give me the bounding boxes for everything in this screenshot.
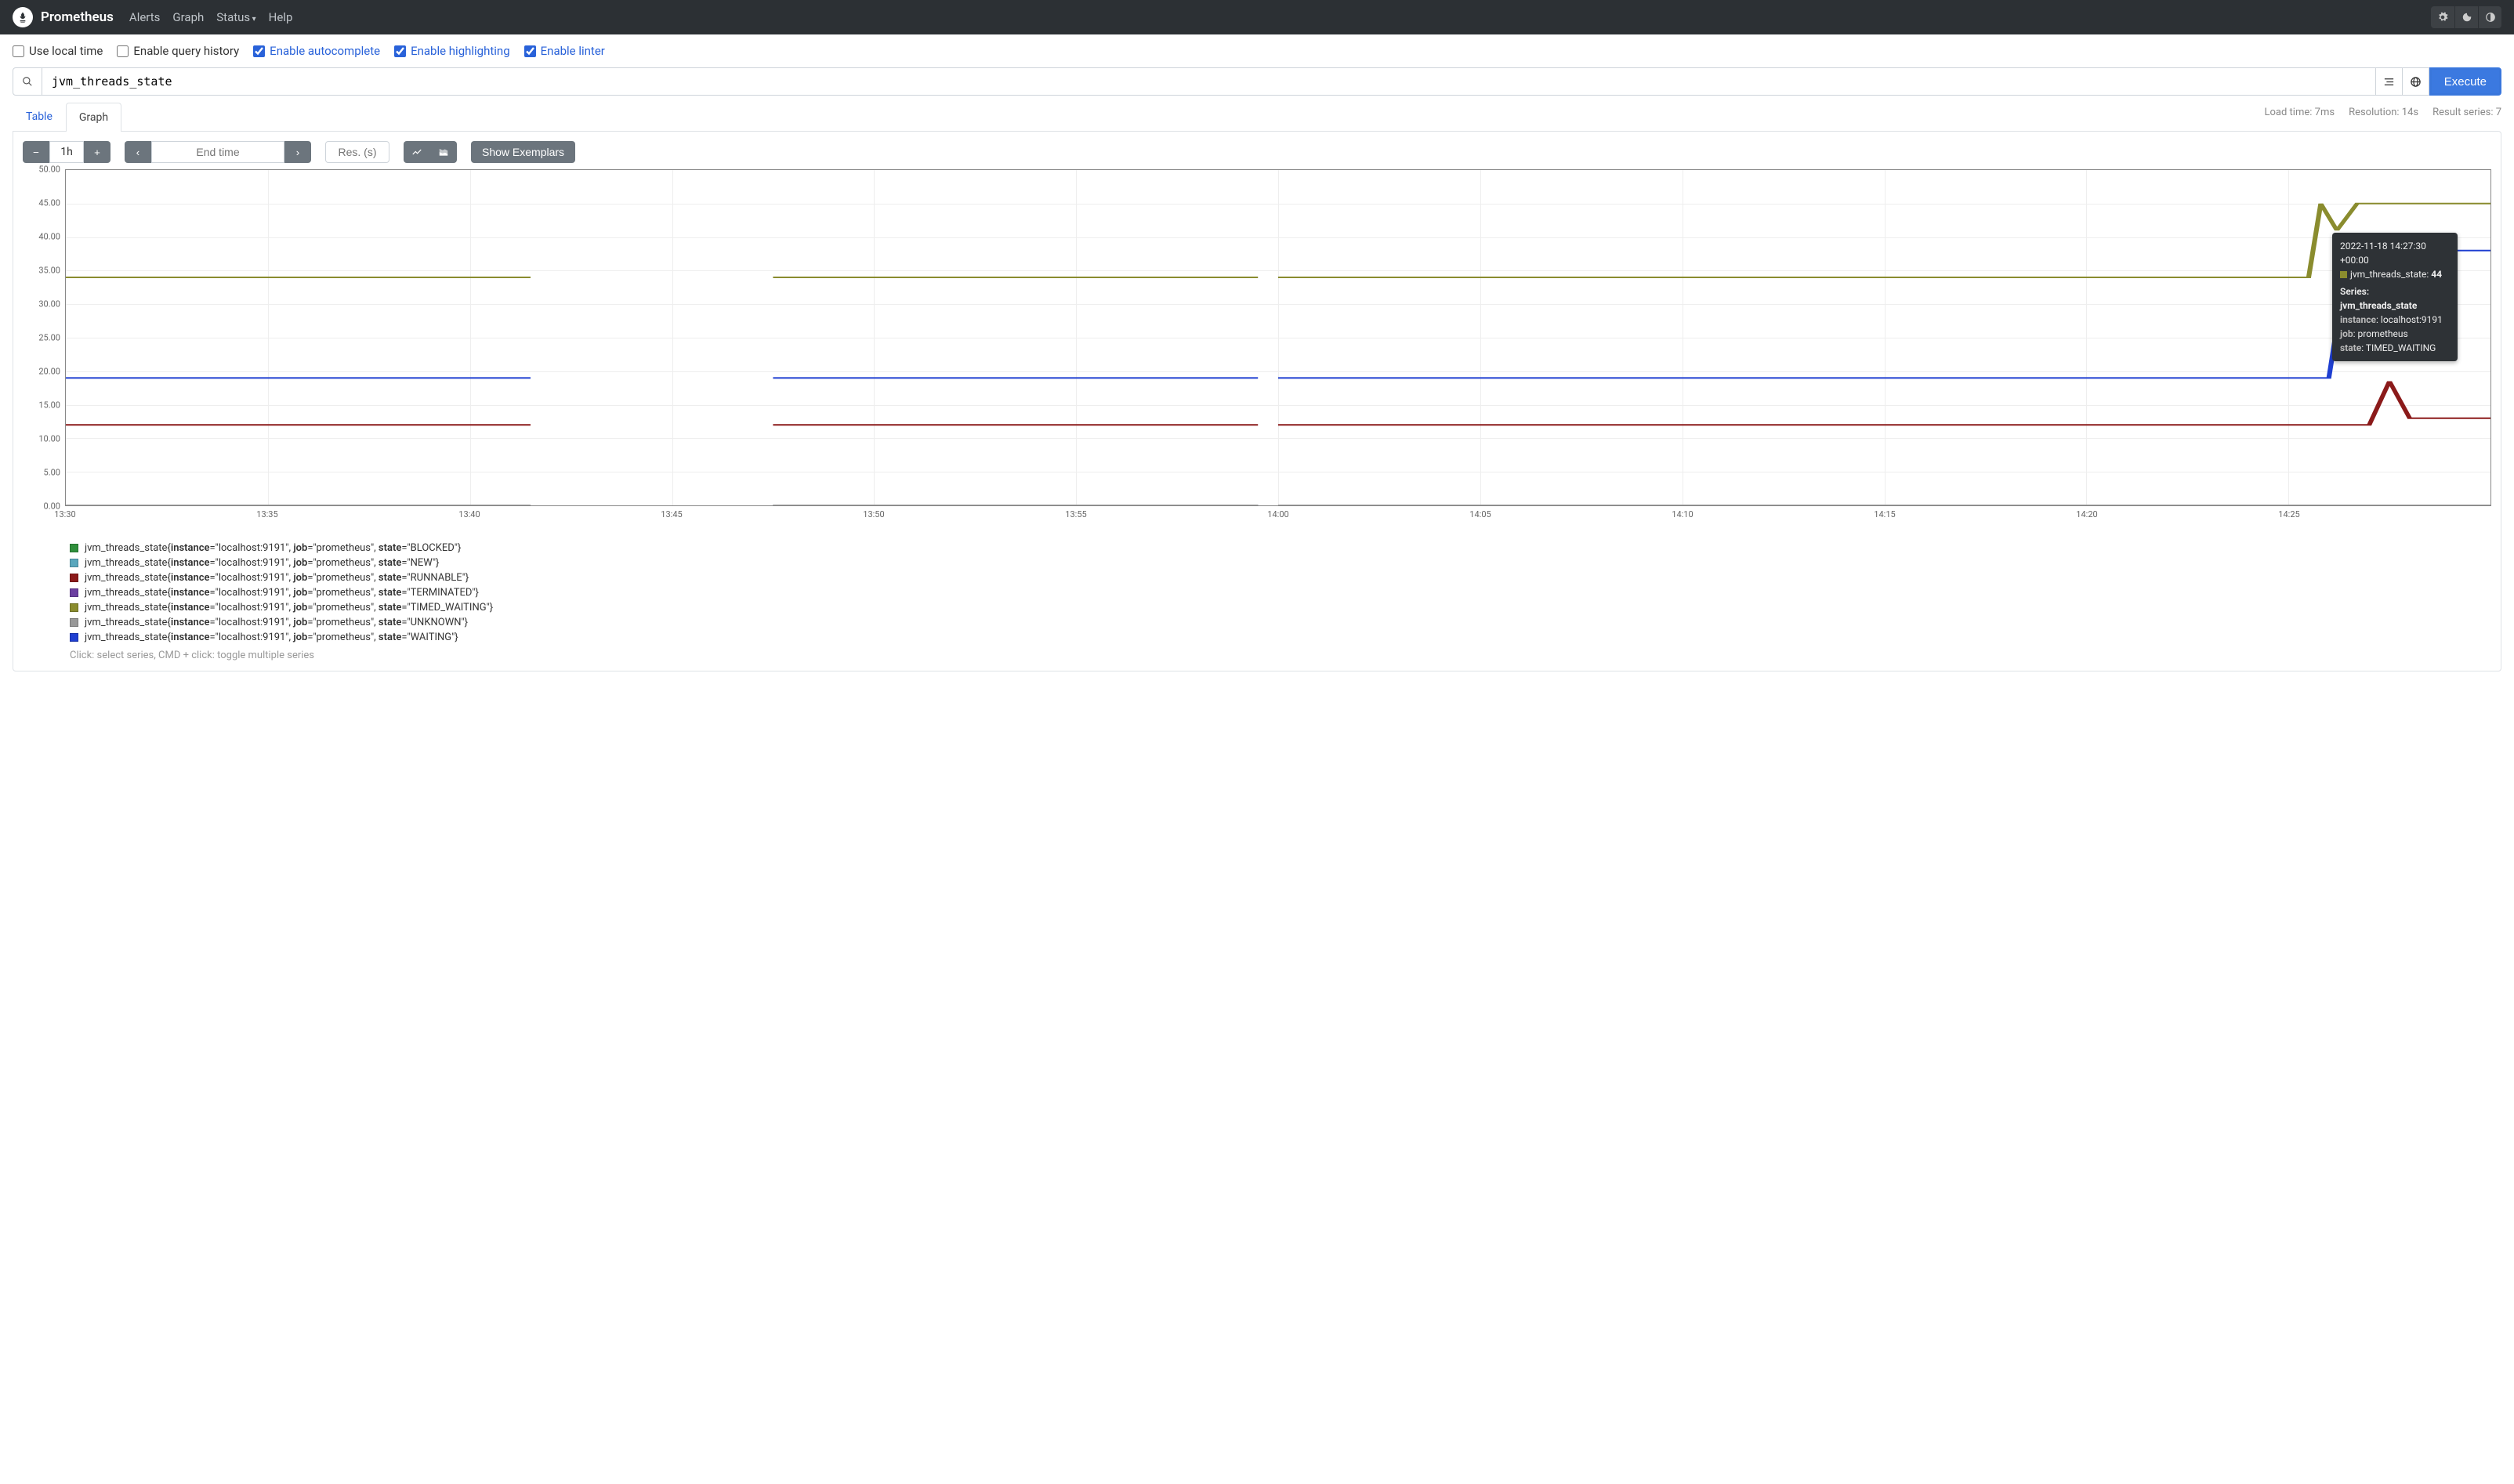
chart-type-group [404, 141, 457, 163]
brand[interactable]: Prometheus [13, 7, 114, 27]
globe-icon[interactable] [2403, 67, 2429, 96]
opt-local-time[interactable]: Use local time [13, 44, 103, 58]
chart-area[interactable]: 2022-11-18 14:27:30 +00:00 jvm_threads_s… [65, 169, 2491, 506]
nav-alerts[interactable]: Alerts [129, 10, 161, 24]
tab-graph[interactable]: Graph [66, 103, 121, 132]
tabs-row: Table Graph Load time: 7ms Resolution: 1… [0, 96, 2514, 131]
show-exemplars-button[interactable]: Show Exemplars [471, 141, 575, 163]
gear-icon[interactable] [2431, 6, 2454, 28]
range-group: − 1h + [23, 141, 110, 163]
legend-item[interactable]: jvm_threads_state{instance="localhost:91… [70, 630, 2491, 645]
nav-help[interactable]: Help [269, 10, 293, 24]
query-options: Use local time Enable query history Enab… [0, 34, 2514, 67]
legend-item[interactable]: jvm_threads_state{instance="localhost:91… [70, 615, 2491, 630]
theme-switcher [2431, 6, 2501, 28]
query-stats: Load time: 7ms Resolution: 14s Result se… [2265, 102, 2501, 118]
legend-item[interactable]: jvm_threads_state{instance="localhost:91… [70, 556, 2491, 570]
format-icon[interactable] [2376, 67, 2403, 96]
tab-table[interactable]: Table [13, 102, 66, 131]
stacked-chart-icon[interactable] [430, 141, 457, 163]
navbar: Prometheus Alerts Graph Status Help [0, 0, 2514, 34]
execute-button[interactable]: Execute [2429, 67, 2501, 96]
tooltip-swatch [2340, 271, 2347, 278]
legend-item[interactable]: jvm_threads_state{instance="localhost:91… [70, 570, 2491, 585]
range-decrease[interactable]: − [23, 141, 49, 163]
line-chart-icon[interactable] [404, 141, 430, 163]
query-row: Execute [0, 67, 2514, 96]
contrast-icon[interactable] [2478, 6, 2501, 28]
stat-resolution: Resolution: 14s [2349, 107, 2418, 118]
stat-series: Result series: 7 [2432, 107, 2501, 118]
prometheus-icon [13, 7, 33, 27]
nav-graph[interactable]: Graph [172, 10, 204, 24]
tooltip-timestamp: 2022-11-18 14:27:30 +00:00 [2340, 239, 2450, 267]
graph-controls: − 1h + ‹ › Show Exemplars [23, 141, 2491, 163]
nav-status[interactable]: Status [216, 10, 255, 24]
x-axis-labels: 13:3013:3513:4013:4513:5013:5514:0014:05… [65, 506, 2491, 522]
y-axis-labels: 0.005.0010.0015.0020.0025.0030.0035.0040… [23, 169, 63, 506]
brand-text: Prometheus [41, 9, 114, 25]
opt-linter[interactable]: Enable linter [524, 44, 605, 58]
opt-autocomplete[interactable]: Enable autocomplete [253, 44, 380, 58]
time-forward[interactable]: › [284, 141, 311, 163]
resolution-input[interactable] [325, 141, 389, 163]
legend-item[interactable]: jvm_threads_state{instance="localhost:91… [70, 541, 2491, 556]
end-time-input[interactable] [151, 141, 284, 163]
opt-history[interactable]: Enable query history [117, 44, 239, 58]
range-display[interactable]: 1h [49, 141, 84, 163]
query-input[interactable] [42, 67, 2376, 96]
legend-hint: Click: select series, CMD + click: toggl… [70, 650, 2491, 661]
legend-item[interactable]: jvm_threads_state{instance="localhost:91… [70, 585, 2491, 600]
opt-highlighting[interactable]: Enable highlighting [394, 44, 510, 58]
stat-load: Load time: 7ms [2265, 107, 2335, 118]
time-group: ‹ › [125, 141, 311, 163]
nav-links: Alerts Graph Status Help [129, 10, 292, 24]
chart[interactable]: 0.005.0010.0015.0020.0025.0030.0035.0040… [23, 169, 2491, 522]
moon-icon[interactable] [2454, 6, 2478, 28]
tooltip: 2022-11-18 14:27:30 +00:00 jvm_threads_s… [2332, 233, 2458, 361]
search-icon[interactable] [13, 67, 42, 96]
legend: jvm_threads_state{instance="localhost:91… [70, 541, 2491, 645]
legend-item[interactable]: jvm_threads_state{instance="localhost:91… [70, 600, 2491, 615]
graph-panel: − 1h + ‹ › Show Exemplars 0.005.0010.001… [13, 131, 2501, 671]
range-increase[interactable]: + [84, 141, 110, 163]
time-back[interactable]: ‹ [125, 141, 151, 163]
